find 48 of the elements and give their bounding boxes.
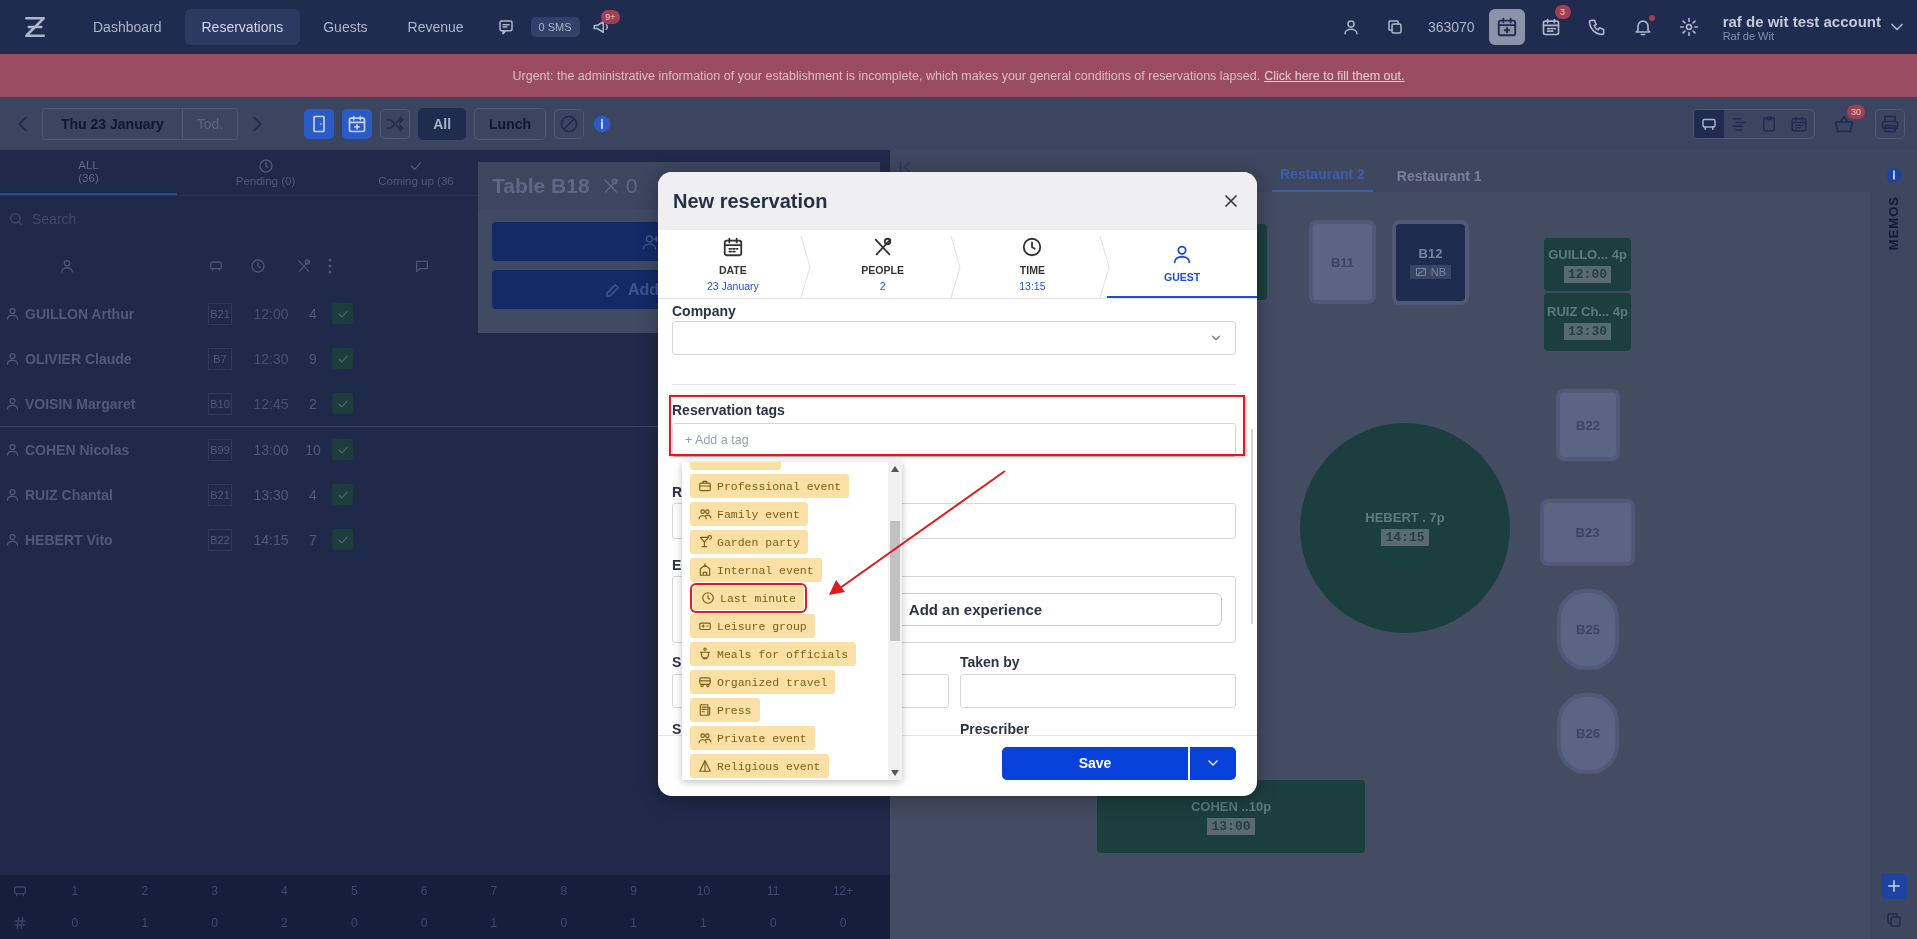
notification-badge: 30 [1847,104,1865,119]
table-label: RUIZ Ch... 4p [1547,304,1628,319]
table-label: HEBERT . 7p [1365,510,1445,525]
sms-counter[interactable]: 0 SMS [530,17,580,37]
service-filter[interactable]: All [418,107,467,140]
step-tab[interactable]: PEOPLE 2 [807,230,958,298]
tag-option[interactable]: Press [690,698,760,722]
field-label: S [672,721,682,735]
tag-option[interactable]: Religious event [690,754,829,778]
fill-in-link[interactable]: Click here to fill them out. [1264,68,1405,83]
field-label: Taken by [960,654,1020,671]
field-label: Prescriber [960,721,1030,735]
status-badge: NB [1409,265,1452,279]
tag-option[interactable]: Organized travel [690,670,836,694]
tag-input[interactable]: + Add a tag [672,423,1236,457]
notification-badge: 9+ [601,10,620,24]
field-label: E [672,557,682,574]
room-tab[interactable]: Restaurant 1 [1388,168,1490,192]
table-label: GUILLO... 4p [1548,246,1627,262]
user-name: Raf de Wit [1722,29,1775,42]
field-label: Company [672,303,736,320]
warning-message: Urgent: the administrative information of your establishment is incomplete, which makes your general conditions of reservations lapsed. [512,68,1261,83]
tag-option[interactable]: Last minute [693,586,804,610]
nav-tab[interactable]: Revenue [390,9,481,45]
tag-option[interactable]: Internal event [690,558,822,582]
tag-option[interactable]: Leisure group [690,614,815,638]
account-number: 363070 [1426,19,1476,35]
nav-tab[interactable]: Guests [306,9,385,45]
step-tab[interactable]: DATE 23 January [658,230,808,298]
list-tab[interactable]: ALL (36) [0,150,177,195]
notification-badge: 3 [1554,5,1571,19]
nav-tab[interactable]: Dashboard [76,9,179,45]
step-tab[interactable]: GUEST [1107,230,1257,298]
save-button[interactable]: Save [1002,746,1188,780]
tag-option[interactable]: Family event [690,502,808,526]
field-label: Reservation tags [672,402,785,419]
table-label: B12 [1418,246,1443,261]
field-label: S [672,654,682,671]
nav-tab[interactable]: Reservations [184,9,301,45]
dialog-title: New reservation [673,189,828,213]
account-name[interactable]: raf de wit test account [1722,12,1881,30]
tag-option[interactable]: Private event [690,726,815,750]
tag-option[interactable]: Garden party [690,530,808,554]
field-label: R [672,484,683,501]
tag-option[interactable]: Professional event [690,474,850,498]
step-tab[interactable]: TIME 13:15 [957,230,1108,298]
table-label: COHEN ..10p [1190,798,1272,814]
tag-option[interactable]: Meals for officials [690,642,857,666]
